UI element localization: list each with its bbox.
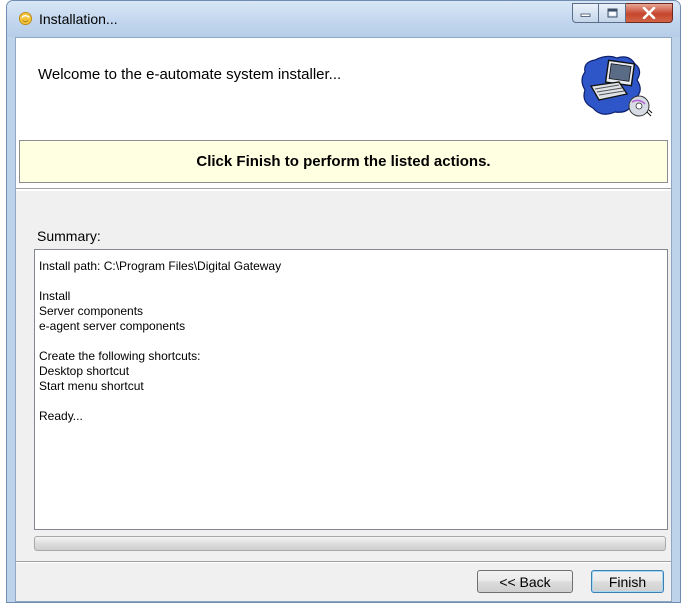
finish-button[interactable]: Finish — [591, 570, 664, 593]
minimize-icon — [580, 13, 591, 17]
button-bar: << Back Finish — [16, 563, 671, 601]
caption-buttons — [572, 3, 673, 23]
summary-blank-line — [39, 394, 663, 409]
computer-disc-icon — [581, 55, 653, 117]
dialog-content: Welcome to the e-automate system install… — [15, 37, 672, 602]
minimize-button[interactable] — [572, 3, 599, 23]
divider — [16, 188, 671, 190]
summary-blank-line — [39, 334, 663, 349]
summary-label: Summary: — [37, 228, 101, 244]
close-icon — [642, 7, 656, 19]
installer-window: Installation... Welcome to the e-automat… — [6, 0, 681, 603]
summary-line: Server components — [39, 304, 144, 318]
maximize-button[interactable] — [599, 3, 626, 23]
back-button[interactable]: << Back — [477, 570, 573, 593]
summary-blank-line — [39, 274, 663, 289]
window-title: Installation... — [39, 11, 118, 27]
summary-line: Install — [39, 289, 71, 303]
summary-textbox[interactable]: Install path: C:\Program Files\Digital G… — [34, 249, 668, 530]
dialog-header: Welcome to the e-automate system install… — [16, 38, 671, 140]
close-button[interactable] — [626, 3, 673, 23]
maximize-icon — [607, 8, 617, 18]
summary-section: Summary: Install path: C:\Program Files\… — [16, 191, 671, 561]
title-bar[interactable]: Installation... — [7, 1, 680, 37]
summary-line: Desktop shortcut — [39, 364, 130, 378]
summary-line: Install path: C:\Program Files\Digital G… — [39, 259, 282, 273]
summary-line: e-agent server components — [39, 319, 186, 333]
installer-app-icon — [18, 11, 33, 26]
instruction-banner: Click Finish to perform the listed actio… — [19, 140, 668, 183]
summary-line: Create the following shortcuts: — [39, 349, 201, 363]
welcome-text: Welcome to the e-automate system install… — [38, 66, 342, 83]
summary-line: Start menu shortcut — [39, 379, 144, 393]
progress-bar — [34, 536, 666, 551]
summary-line: Ready... — [39, 409, 83, 423]
